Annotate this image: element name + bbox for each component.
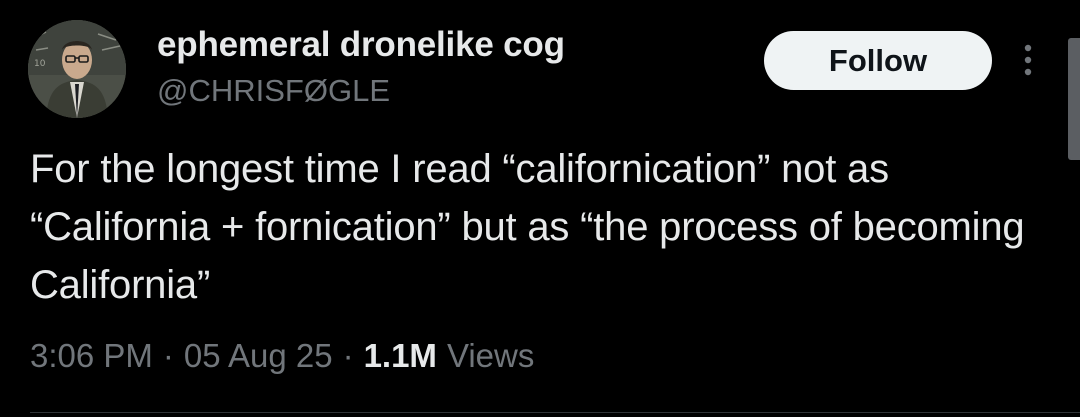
display-name[interactable]: ephemeral dronelike cog	[157, 25, 565, 65]
more-vertical-icon[interactable]	[1016, 40, 1040, 80]
views-count[interactable]: 1.1M	[364, 337, 437, 375]
separator-dot: ·	[162, 337, 174, 374]
profile-photo-icon: 10	[28, 20, 126, 118]
follow-button[interactable]: Follow	[764, 31, 992, 90]
separator-dot: ·	[342, 337, 354, 374]
scrollbar[interactable]	[1068, 38, 1080, 160]
tweet-date[interactable]: 05 Aug 25	[184, 337, 333, 375]
tweet-card: 10 ephemeral dronelike cog @CHRISFØGLE F…	[0, 0, 1080, 417]
tweet-text: For the longest time I read “californica…	[30, 147, 1025, 307]
tweet-time[interactable]: 3:06 PM	[30, 337, 153, 375]
views-label: Views	[446, 337, 535, 374]
svg-text:10: 10	[34, 59, 46, 69]
avatar[interactable]: 10	[28, 20, 126, 118]
divider	[30, 412, 1080, 413]
user-handle[interactable]: @CHRISFØGLE	[157, 73, 390, 109]
tweet-metadata: 3:06 PM · 05 Aug 25 · 1.1M Views	[30, 337, 534, 375]
